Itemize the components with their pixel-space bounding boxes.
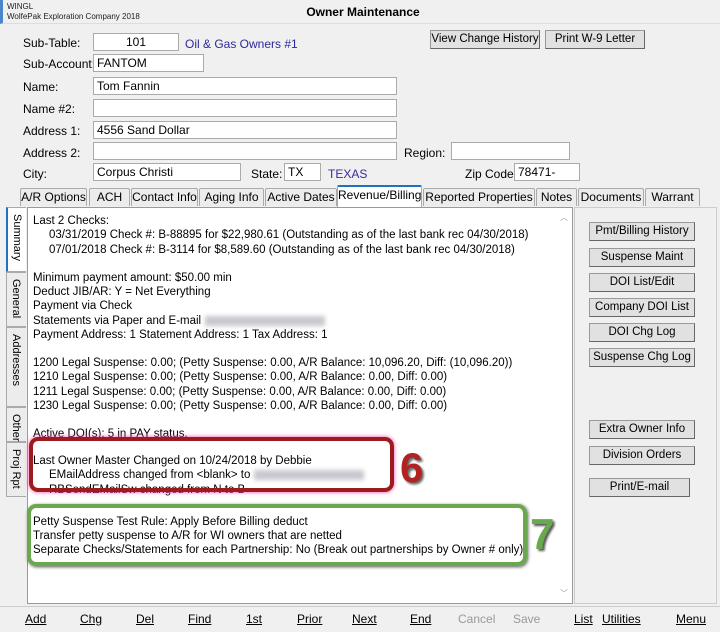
save-button[interactable]: Save — [513, 612, 540, 626]
sub-table-description: Oil & Gas Owners #1 — [185, 37, 298, 51]
zip-label: Zip Code: — [465, 167, 518, 181]
name-label: Name: — [23, 80, 59, 94]
summary-line: Payment Address: 1 Statement Address: 1 … — [33, 329, 328, 341]
side-tab-label: Other — [10, 414, 22, 442]
sub-table-input[interactable]: 101 — [93, 33, 179, 51]
view-change-history-button[interactable]: View Change History — [430, 30, 540, 49]
statements-text: Statements via Paper and E-mail — [33, 315, 202, 327]
tab-a-r-options[interactable]: A/R Options — [20, 188, 87, 206]
side-tab-general[interactable]: General — [6, 272, 26, 327]
extra-owner-info-button[interactable]: Extra Owner Info — [589, 420, 695, 439]
name-input[interactable]: Tom Fannin — [93, 77, 397, 95]
add-button[interactable]: Add — [25, 612, 46, 626]
suspense-line: 1200 Legal Suspense: 0.00; (Petty Suspen… — [33, 357, 513, 369]
name2-label: Name #2: — [23, 102, 76, 116]
side-tab-label: Summary — [11, 214, 23, 262]
side-tab-proj-rpt[interactable]: Proj Rpt — [6, 442, 26, 497]
tab-contact-info[interactable]: Contact Info — [131, 188, 198, 206]
side-tab-addresses[interactable]: Addresses — [6, 327, 26, 407]
summary-line: Payment via Check — [33, 300, 133, 312]
end-button[interactable]: End — [410, 612, 431, 626]
side-tab-summary[interactable]: Summary — [6, 207, 26, 272]
city-label: City: — [23, 167, 47, 181]
state-input[interactable]: TX — [284, 163, 321, 181]
tab-notes[interactable]: Notes — [536, 188, 577, 206]
state-name: TEXAS — [328, 167, 368, 181]
find-button[interactable]: Find — [188, 612, 211, 626]
list-button[interactable]: List — [574, 612, 593, 626]
prior-button[interactable]: Prior — [297, 612, 322, 626]
tab-revenue-billing[interactable]: Revenue/Billing — [337, 185, 422, 207]
tab-reported-properties[interactable]: Reported Properties — [423, 188, 535, 206]
menu-button[interactable]: Menu — [676, 612, 706, 626]
region-input[interactable] — [451, 142, 570, 160]
sub-table-label: Sub-Table: — [23, 36, 81, 50]
doi-chg-log-button[interactable]: DOI Chg Log — [589, 323, 695, 342]
print-e-mail-button[interactable]: Print/E-mail — [589, 478, 690, 497]
utilities-button[interactable]: Utilities — [602, 612, 641, 626]
tab-active-dates[interactable]: Active Dates — [265, 188, 337, 206]
window-title: Owner Maintenance — [306, 5, 420, 19]
suspense-line: 1210 Legal Suspense: 0.00; (Petty Suspen… — [33, 371, 448, 383]
1st-button[interactable]: 1st — [246, 612, 262, 626]
suspense-line: 1230 Legal Suspense: 0.00; (Petty Suspen… — [33, 400, 448, 412]
suspense-chg-log-button[interactable]: Suspense Chg Log — [589, 348, 695, 367]
company-doi-list-button[interactable]: Company DOI List — [589, 298, 695, 317]
suspense-maint-button[interactable]: Suspense Maint — [589, 248, 695, 267]
print-w9-button[interactable]: Print W-9 Letter — [545, 30, 645, 49]
tab-ach[interactable]: ACH — [89, 188, 130, 206]
scroll-down-icon[interactable]: ﹀ — [560, 588, 568, 599]
annotation-label-6: 6 — [400, 444, 424, 491]
annotation-box-6 — [29, 437, 394, 492]
side-tab-label: Proj Rpt — [10, 449, 22, 489]
city-input[interactable]: Corpus Christi — [93, 163, 241, 181]
cancel-button[interactable]: Cancel — [458, 612, 495, 626]
title-bar: WINGL WolfePak Exploration Company 2018 … — [0, 0, 720, 24]
side-tab-label: Addresses — [10, 334, 22, 386]
annotation-box-7 — [27, 504, 527, 566]
zip-input[interactable]: 78471- — [514, 163, 580, 181]
next-button[interactable]: Next — [352, 612, 377, 626]
address2-label: Address 2: — [23, 146, 81, 160]
summary-line: Deduct JIB/AR: Y = Net Everything — [33, 286, 211, 298]
check-line: 07/01/2018 Check #: B-3114 for $8,589.60… — [49, 244, 515, 256]
name2-input[interactable] — [93, 99, 397, 117]
tab-documents[interactable]: Documents — [578, 188, 644, 206]
address1-input[interactable]: 4556 Sand Dollar — [93, 121, 397, 139]
division-orders-button[interactable]: Division Orders — [589, 446, 695, 465]
sub-account-label: Sub-Account: — [23, 57, 96, 71]
summary-line: Last 2 Checks: — [33, 215, 110, 227]
address2-input[interactable] — [93, 142, 397, 160]
tab-aging-info[interactable]: Aging Info — [199, 188, 264, 206]
region-label: Region: — [404, 146, 446, 160]
state-label: State: — [251, 167, 283, 181]
tab-warrant[interactable]: Warrant — [645, 188, 700, 206]
del-button[interactable]: Del — [136, 612, 154, 626]
summary-line: Minimum payment amount: $50.00 min — [33, 272, 232, 284]
annotation-label-7: 7 — [530, 510, 555, 559]
chg-button[interactable]: Chg — [80, 612, 102, 626]
sub-account-input[interactable]: FANTOM — [93, 54, 204, 72]
address1-label: Address 1: — [23, 124, 81, 138]
side-tab-other[interactable]: Other — [6, 407, 26, 442]
redacted-email — [205, 315, 326, 326]
summary-line: Statements via Paper and E-mail — [33, 315, 326, 327]
pmt-billing-history-button[interactable]: Pmt/Billing History — [589, 222, 695, 241]
scroll-up-icon[interactable]: ︿ — [560, 212, 568, 223]
doi-list-edit-button[interactable]: DOI List/Edit — [589, 273, 695, 292]
check-line: 03/31/2019 Check #: B-88895 for $22,980.… — [49, 229, 529, 241]
side-tab-label: General — [10, 279, 22, 319]
suspense-line: 1211 Legal Suspense: 0.00; (Petty Suspen… — [33, 386, 447, 398]
